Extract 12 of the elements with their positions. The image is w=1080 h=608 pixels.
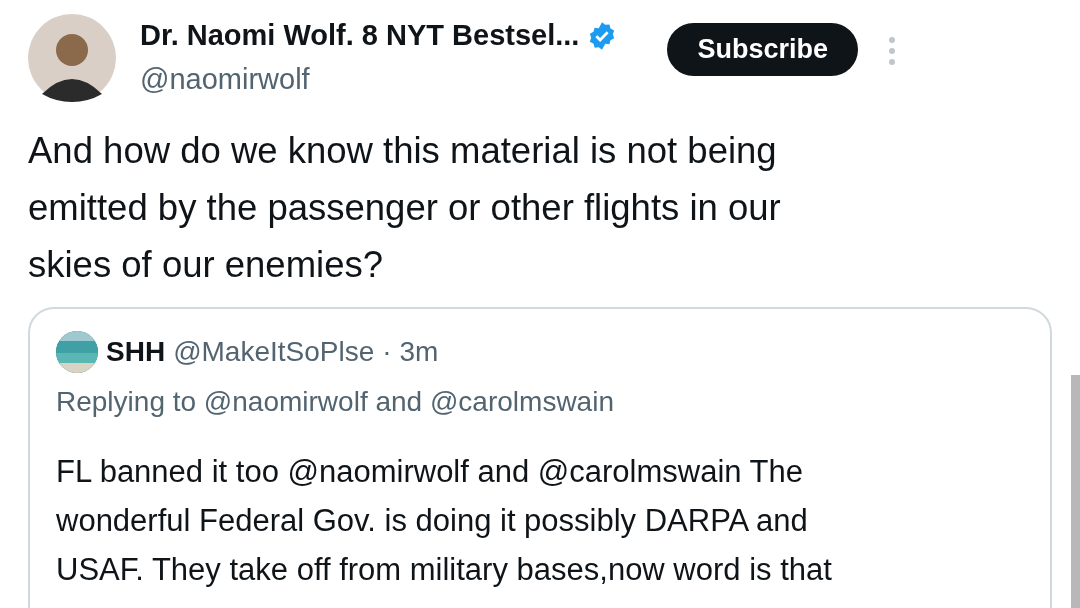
quoted-tweet-card[interactable] — [28, 307, 1052, 608]
tweet-text: And how do we know this material is not being emitted by the passenger or other flights in our skies of our enemies? — [27, 129, 782, 287]
quoted-author-handle[interactable]: @MakeItSoPlse — [173, 331, 375, 373]
scrollbar[interactable] — [1071, 375, 1080, 608]
avatar[interactable] — [28, 14, 116, 102]
quoted-tweet-text: FL banned it too @naomirwolf and @carolmswain The wonderful Federal Gov. is doing it possibly DARPA and USAF. They take off from military bases,now word is that — [56, 453, 833, 589]
subscribe-button[interactable]: Subscribe — [667, 23, 858, 76]
post-time: · 3m — [382, 335, 439, 369]
author-name[interactable]: Dr. Naomi Wolf. 8 NYT Bestsel... — [140, 14, 580, 58]
author-handle[interactable]: @naomirwolf — [140, 57, 618, 101]
quoted-author-name[interactable]: SHH — [106, 331, 166, 373]
replying-to-text: Replying to @naomirwolf and @carolmswain — [56, 385, 615, 419]
